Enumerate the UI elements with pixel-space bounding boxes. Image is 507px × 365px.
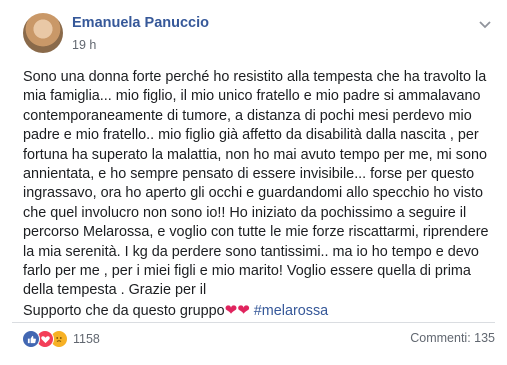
reaction-count: 1158 — [73, 332, 100, 346]
author-name[interactable]: Emanuela Panuccio — [72, 15, 209, 31]
post-line: annientata, e ho sempre pensato di esser… — [23, 166, 475, 183]
post-line: fortuna ha superato la malattia, non ho … — [23, 146, 487, 163]
avatar[interactable] — [23, 13, 63, 53]
post-line: mia famiglia... mio figlio, il mio unico… — [23, 88, 481, 105]
post-line: che quel involucro non sono io!! Ho iniz… — [23, 204, 467, 221]
comments-count[interactable]: Commenti: 135 — [410, 331, 495, 345]
like-icon — [22, 330, 40, 348]
post-line: della tempesta . Grazie per il — [23, 282, 207, 299]
facebook-post: Emanuela Panuccio 19 h Sono una donna fo… — [0, 0, 507, 365]
hashtag-link[interactable]: #melarossa — [254, 303, 328, 319]
post-line: ingrassavo, ora ho aperto gli occhi e gu… — [23, 185, 483, 202]
post-body: Sono una donna forte perché ho resistito… — [23, 68, 503, 321]
post-line: contemporaneamente di tumore, a distanza… — [23, 107, 472, 124]
post-last-line: Supporto che da questo gruppo❤❤ #melaros… — [23, 301, 503, 321]
divider — [12, 322, 495, 323]
reactions-summary[interactable]: 1158 — [22, 330, 100, 348]
post-line: Sono una donna forte perché ho resistito… — [23, 69, 487, 85]
post-line-text: Supporto che da questo gruppo — [23, 302, 225, 319]
post-timestamp[interactable]: 19 h — [72, 38, 96, 52]
heart-emoji: ❤❤ — [224, 301, 250, 319]
post-line: farlo per me , per i miei figli e mio ma… — [23, 263, 471, 280]
post-line: la mia serenità. I kg da perdere sono ta… — [23, 243, 479, 260]
post-line: padre e mio fratello.. mio figlio già af… — [23, 127, 479, 144]
chevron-down-icon[interactable] — [479, 16, 491, 32]
post-line: percorso Melarossa, e voglio con tutte l… — [23, 224, 489, 241]
